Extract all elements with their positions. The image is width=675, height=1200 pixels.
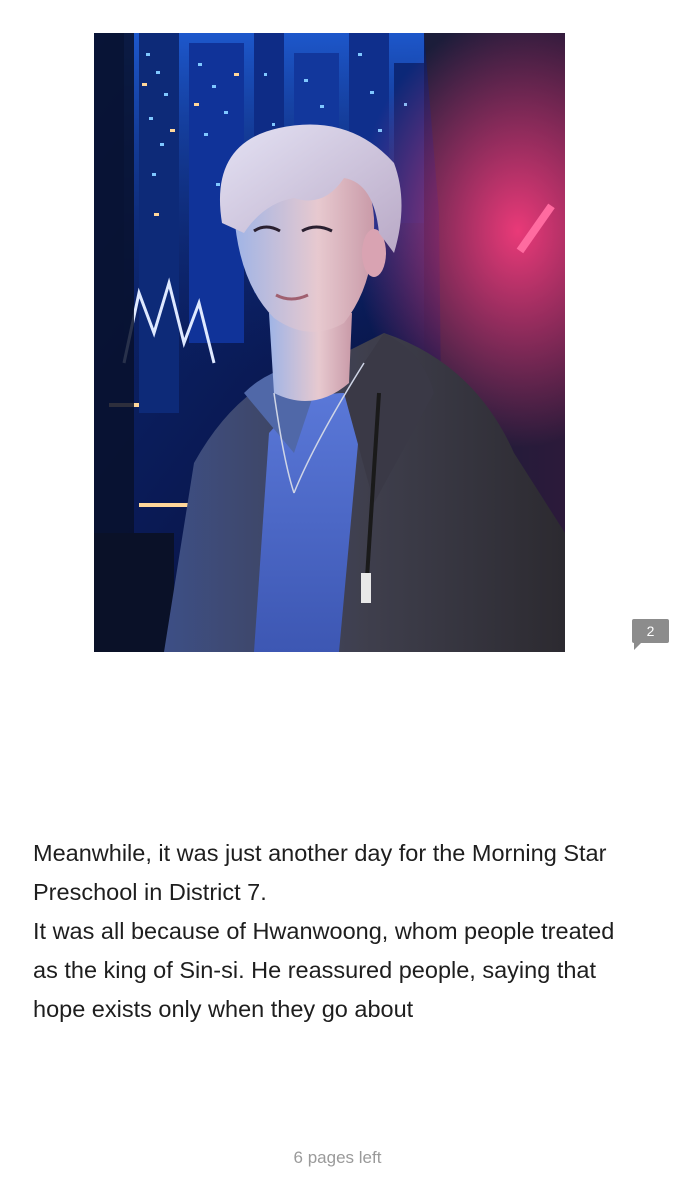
comment-count-button[interactable]: 2 — [632, 619, 669, 650]
story-paragraph: It was all because of Hwanwoong, whom pe… — [33, 918, 615, 1022]
story-paragraph: Meanwhile, it was just another day for t… — [33, 840, 607, 905]
portrait-photo-art — [94, 33, 565, 652]
portrait-photo[interactable] — [94, 33, 565, 652]
pages-left-indicator: 6 pages left — [293, 1148, 382, 1167]
comment-count-label: 2 — [646, 623, 655, 639]
story-text: Meanwhile, it was just another day for t… — [33, 834, 633, 1029]
reader-page: 2 Meanwhile, it was just another day for… — [0, 0, 675, 1200]
